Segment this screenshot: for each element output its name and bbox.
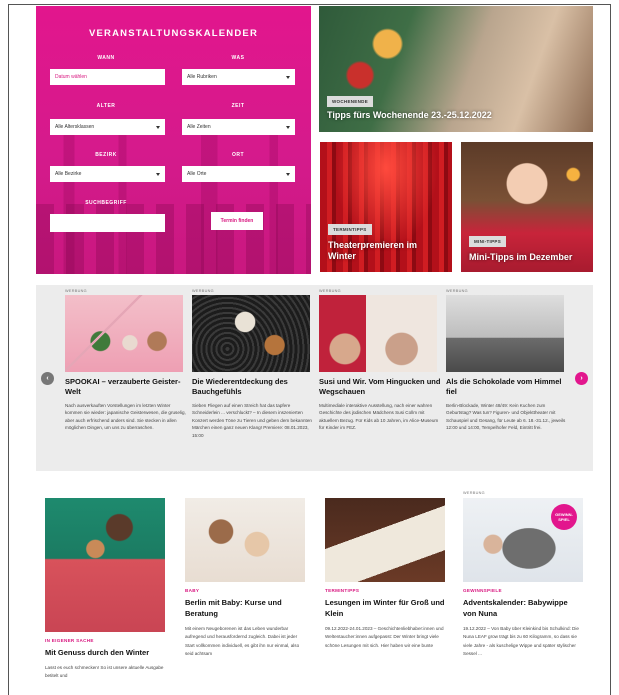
chevron-down-icon	[286, 75, 290, 79]
chevron-right-icon: ›	[580, 375, 583, 382]
card-image	[65, 295, 183, 372]
calendar-title: VERANSTALTUNGSKALENDER	[88, 28, 259, 39]
ad-carousel: WERBUNG SPOOKAI – verzauberte Geister-We…	[36, 285, 593, 471]
tile-theater[interactable]: TERMINTIPPS Theaterpremieren im Winter	[320, 142, 452, 272]
card-text: Multimediale interaktive Ausstellung, na…	[319, 403, 439, 431]
card-image	[45, 498, 165, 632]
search-input[interactable]	[50, 214, 165, 232]
tile-caption: Tipps fürs Wochenende 23.-25.12.2022	[327, 110, 492, 120]
card-title: Mit Genuss durch den Winter	[45, 648, 150, 657]
werbung-label: WERBUNG	[319, 289, 341, 293]
chevron-down-icon	[286, 125, 290, 129]
label-wann: WANN	[97, 55, 115, 61]
card-image: GEWINN-SPIEL	[463, 498, 583, 582]
card-title: SPOOKAI – verzauberte Geister-Welt	[65, 377, 181, 396]
alter-value: Alle Altersklassen	[55, 124, 95, 130]
card-category: GEWINNSPIELE	[463, 588, 502, 593]
ort-select[interactable]: Alle Orte	[182, 166, 295, 182]
rubrik-select[interactable]: Alle Rubriken	[182, 69, 295, 85]
bezirk-value: Alle Bezirke	[55, 171, 82, 177]
event-calendar: VERANSTALTUNGSKALENDER WANN WAS Datum wä…	[36, 6, 311, 274]
werbung-label	[325, 491, 445, 498]
alter-select[interactable]: Alle Altersklassen	[50, 119, 165, 135]
article-card[interactable]: TERMINTIPPS Lesungen im Winter für Groß …	[325, 491, 445, 650]
tile-caption: Mini-Tipps im Dezember	[469, 252, 573, 262]
card-category: TERMINTIPPS	[325, 588, 360, 593]
label-ort: ORT	[231, 152, 245, 158]
label-was: WAS	[231, 55, 245, 61]
card-category: IN EIGENER SACHE	[45, 638, 94, 643]
card-image	[325, 498, 445, 582]
card-title: Susi und Wir. Vom Hingucken und Wegschau…	[319, 377, 441, 396]
article-card[interactable]: WERBUNG GEWINN-SPIEL GEWINNSPIELE Advent…	[463, 491, 583, 659]
ort-value: Alle Orte	[187, 171, 207, 177]
tile-tag: TERMINTIPPS	[328, 224, 372, 235]
carousel-card[interactable]: WERBUNG SPOOKAI – verzauberte Geister-We…	[65, 285, 187, 432]
tile-tag: WOCHENENDE	[327, 96, 374, 107]
card-image	[319, 295, 437, 372]
article-card[interactable]: IN EIGENER SACHE Mit Genuss durch den Wi…	[45, 491, 165, 681]
card-image	[446, 295, 564, 372]
tile-caption: Theaterpremieren im Winter	[328, 240, 418, 261]
card-category: BABY	[185, 588, 200, 593]
card-text: Sieben Fliegen auf einen Streich hat das…	[192, 403, 312, 438]
date-picker-field[interactable]: Datum wählen	[50, 69, 165, 85]
chevron-left-icon: ‹	[46, 375, 49, 382]
card-title: Die Wiederentdeckung des Bauchgefühls	[192, 377, 288, 396]
find-event-button[interactable]: Termin finden	[211, 212, 263, 230]
zeit-value: Alle Zeiten	[187, 124, 211, 130]
werbung-label	[185, 491, 305, 498]
tile-weekend[interactable]: WOCHENENDE Tipps fürs Wochenende 23.-25.…	[319, 6, 593, 132]
werbung-label: WERBUNG	[446, 289, 468, 293]
werbung-label: WERBUNG	[65, 289, 87, 293]
label-zeit: ZEIT	[231, 103, 245, 109]
card-image	[185, 498, 305, 582]
chevron-down-icon	[156, 125, 160, 129]
label-suchbegriff: SUCHBEGRIFF	[85, 200, 127, 206]
carousel-next-button[interactable]: ›	[575, 372, 588, 385]
carousel-card[interactable]: WERBUNG Als die Schokolade vom Himmel fi…	[446, 285, 568, 432]
zeit-select[interactable]: Alle Zeiten	[182, 119, 295, 135]
werbung-label: WERBUNG	[192, 289, 214, 293]
rubrik-value: Alle Rubriken	[187, 74, 217, 80]
tile-tag: MINI-TIPPS	[469, 236, 507, 247]
card-title: Als die Schokolade vom Himmel fiel	[446, 377, 562, 396]
carousel-prev-button[interactable]: ‹	[41, 372, 54, 385]
chevron-down-icon	[286, 172, 290, 176]
card-title: Berlin mit Baby: Kurse und Beratung	[185, 598, 282, 618]
card-text: Mit einem Neugeborenen ist das Leben wun…	[185, 626, 300, 657]
card-image	[192, 295, 310, 372]
card-text: 09.12.2022-24.01.2023 – Geschichtenliebh…	[325, 626, 444, 648]
label-bezirk: BEZIRK	[95, 152, 117, 158]
chevron-down-icon	[156, 172, 160, 176]
carousel-card[interactable]: WERBUNG Die Wiederentdeckung des Bauchge…	[192, 285, 314, 439]
card-text: Berlin-Blockade, Winter 48/49: Kein Kuch…	[446, 403, 566, 431]
werbung-label: WERBUNG	[463, 491, 485, 495]
card-text: Lasst es euch schmecken! So ist unsere a…	[45, 665, 164, 679]
werbung-label	[45, 491, 165, 498]
gewinnspiel-badge: GEWINN-SPIEL	[551, 504, 577, 530]
label-alter: ALTER	[96, 103, 116, 109]
date-placeholder: Datum wählen	[55, 74, 87, 80]
card-title: Adventskalender: Babywippe von Nuna	[463, 598, 568, 618]
bezirk-select[interactable]: Alle Bezirke	[50, 166, 165, 182]
carousel-card[interactable]: WERBUNG Susi und Wir. Vom Hingucken und …	[319, 285, 441, 432]
card-text: 19.12.2022 – Von Baby über Kleinkind bis…	[463, 626, 579, 657]
tile-mini[interactable]: MINI-TIPPS Mini-Tipps im Dezember	[461, 142, 593, 272]
article-card[interactable]: BABY Berlin mit Baby: Kurse und Beratung…	[185, 491, 305, 659]
card-text: Nach ausverkauften Vorstellungen im letz…	[65, 403, 186, 431]
card-title: Lesungen im Winter für Groß und Klein	[325, 598, 445, 618]
